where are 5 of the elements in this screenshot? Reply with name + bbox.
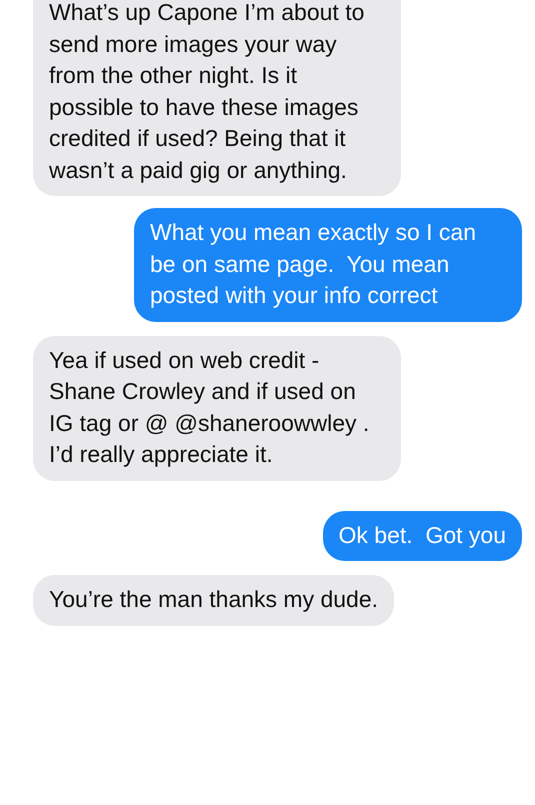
message-bubble: Ok bet. Got you — [322, 510, 522, 561]
message-bubble: What you mean exactly so I can be on same page. You mean posted with your info correct — [134, 208, 522, 322]
message-bubble: Yea if used on web credit - Shane Crowley and if used on IG tag or @ @shaneroowwley . I’d really appreciate it. — [33, 336, 401, 480]
message-bubble: You’re the man thanks my dude. — [33, 575, 394, 626]
message-bubble: What’s up Capone I’m about to send more images your way from the other night. Is it possible to have these images credited if used? Being that it wasn’t a paid gig or anything. — [33, 0, 401, 196]
